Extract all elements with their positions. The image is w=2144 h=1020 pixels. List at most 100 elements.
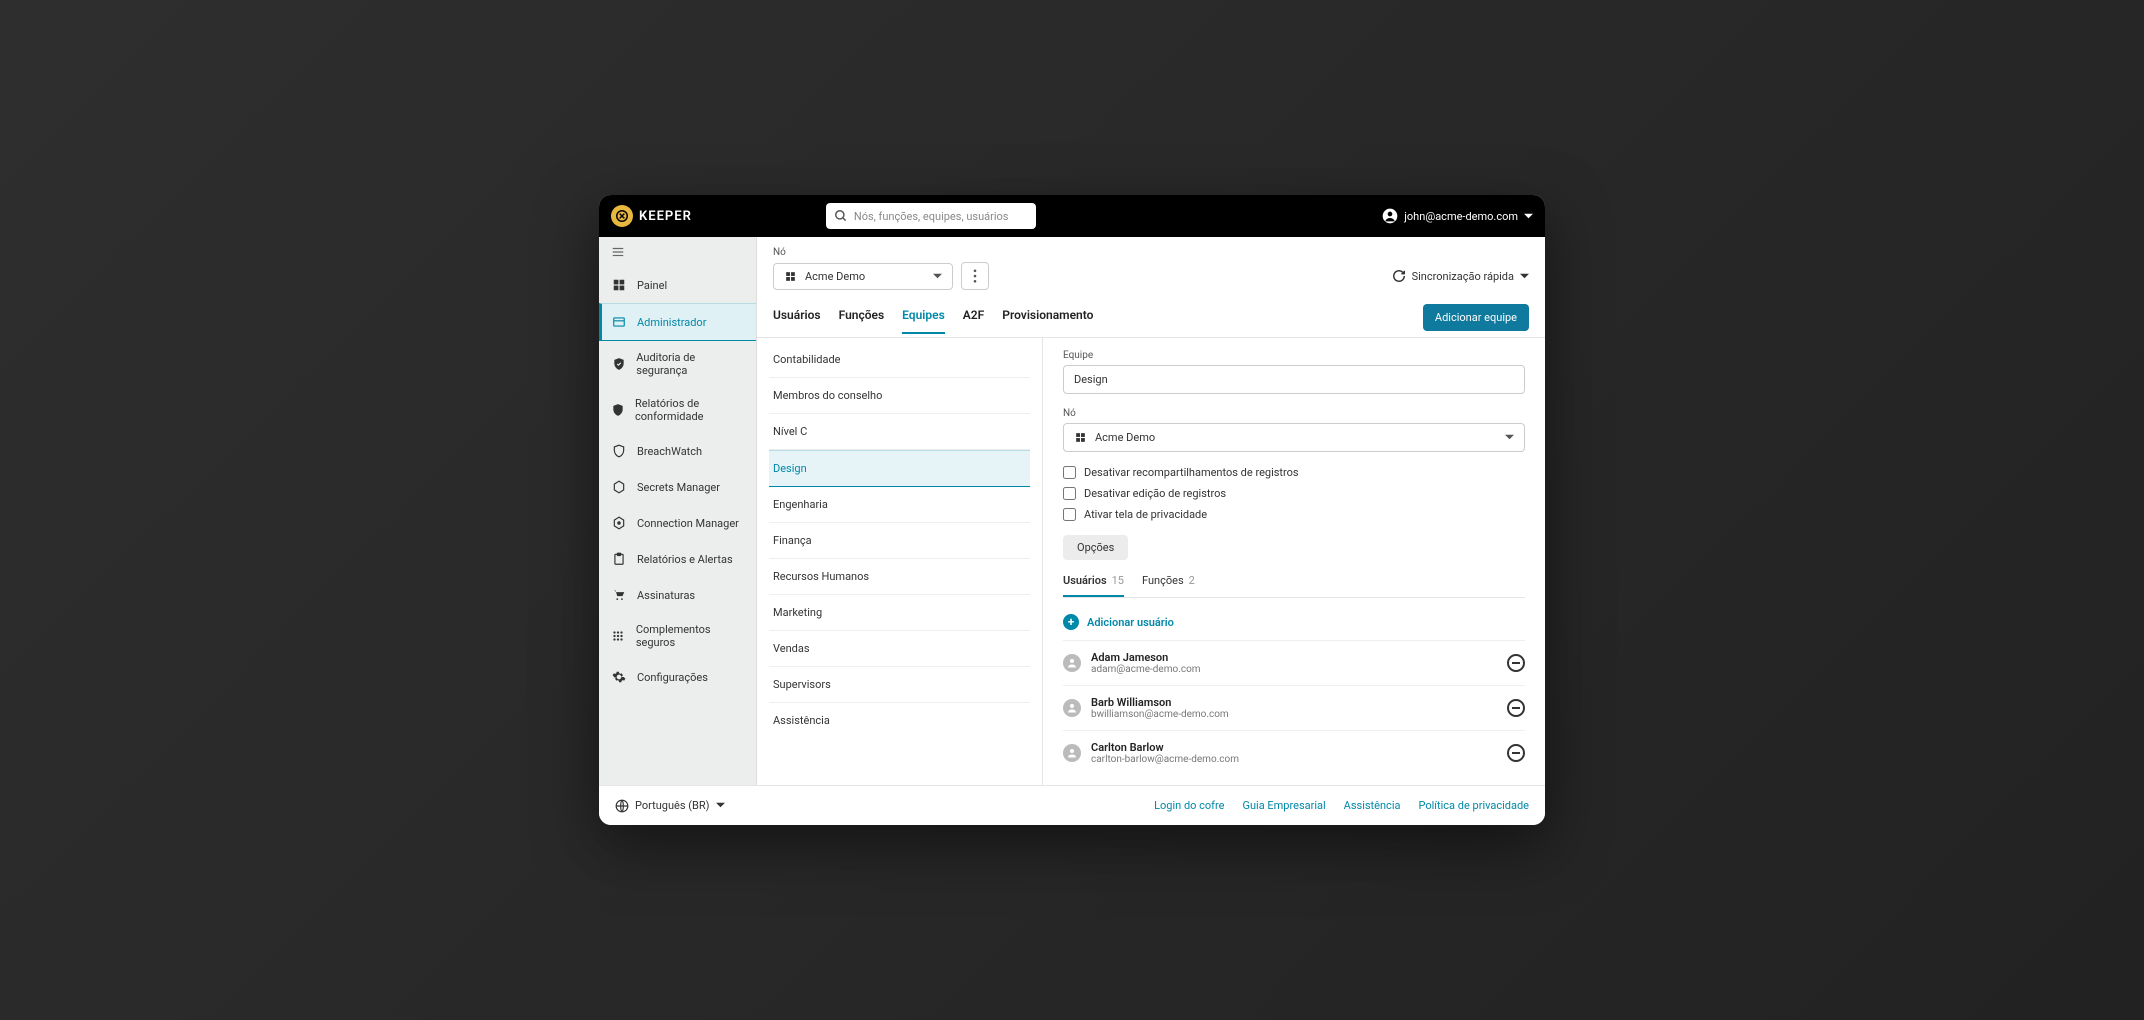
global-search[interactable] xyxy=(826,203,1036,229)
subtab-usuarios[interactable]: Usuários 15 xyxy=(1063,574,1124,597)
sidebar-item-label: BreachWatch xyxy=(637,445,702,458)
sidebar-item-configuracoes[interactable]: Configurações xyxy=(599,659,756,695)
team-item-vendas[interactable]: Vendas xyxy=(769,631,1030,667)
chevron-down-icon xyxy=(1520,272,1529,281)
footer-link-guia-empresarial[interactable]: Guia Empresarial xyxy=(1242,799,1325,812)
team-item-engenharia[interactable]: Engenharia xyxy=(769,487,1030,523)
sidebar-item-administrador[interactable]: Administrador xyxy=(599,303,756,341)
team-item-financa[interactable]: Finança xyxy=(769,523,1030,559)
checkbox-label: Desativar recompartilhamentos de registr… xyxy=(1084,466,1299,479)
org-icon xyxy=(1074,431,1087,444)
checkbox-input[interactable] xyxy=(1063,508,1076,521)
team-item-design[interactable]: Design xyxy=(769,450,1030,487)
sidebar-item-relatorios-conformidade[interactable]: Relatórios de conformidade xyxy=(599,387,756,433)
sidebar-item-painel[interactable]: Painel xyxy=(599,267,756,303)
language-selector[interactable]: Português (BR) xyxy=(615,799,725,813)
org-icon xyxy=(784,270,797,283)
app-window: KEEPER john@acme-demo.com xyxy=(599,195,1545,825)
sidebar-item-breachwatch[interactable]: BreachWatch xyxy=(599,433,756,469)
tab-a2f[interactable]: A2F xyxy=(963,308,984,334)
subtab-funcoes[interactable]: Funções 2 xyxy=(1142,574,1195,597)
shield-icon xyxy=(611,402,625,418)
add-team-button[interactable]: Adicionar equipe xyxy=(1423,304,1529,331)
chevron-down-icon xyxy=(1524,212,1533,221)
tab-equipes[interactable]: Equipes xyxy=(902,308,945,334)
avatar-icon xyxy=(1063,699,1081,717)
search-input[interactable] xyxy=(854,210,1028,223)
sidebar-item-label: Connection Manager xyxy=(637,517,739,530)
sidebar-item-assinaturas[interactable]: Assinaturas xyxy=(599,577,756,613)
team-detail: Equipe Nó Acme Demo Desativar recomparti… xyxy=(1043,338,1545,785)
team-item-rh[interactable]: Recursos Humanos xyxy=(769,559,1030,595)
sync-label: Sincronização rápida xyxy=(1412,270,1514,283)
tab-funcoes[interactable]: Funções xyxy=(839,308,885,334)
footer-link-politica-privacidade[interactable]: Política de privacidade xyxy=(1418,799,1529,812)
cart-icon xyxy=(611,587,627,603)
refresh-icon xyxy=(1392,269,1406,283)
sync-dropdown[interactable]: Sincronização rápida xyxy=(1392,269,1529,283)
node-more-button[interactable] xyxy=(961,262,989,290)
detail-subtabs: Usuários 15 Funções 2 xyxy=(1063,574,1525,598)
main-header: Nó Acme Demo xyxy=(757,237,1545,290)
tab-usuarios[interactable]: Usuários xyxy=(773,308,821,334)
checkbox-disable-edit[interactable]: Desativar edição de registros xyxy=(1063,487,1525,500)
checkbox-input[interactable] xyxy=(1063,466,1076,479)
user-name: Barb Williamson xyxy=(1091,696,1497,709)
add-user-label: Adicionar usuário xyxy=(1087,616,1174,629)
sidebar-item-secrets-manager[interactable]: Secrets Manager xyxy=(599,469,756,505)
sidebar-item-label: Relatórios de conformidade xyxy=(635,397,744,423)
admin-icon xyxy=(611,314,627,330)
apps-icon xyxy=(611,628,626,644)
sidebar-item-label: Complementos seguros xyxy=(636,623,744,649)
sidebar-item-complementos[interactable]: Complementos seguros xyxy=(599,613,756,659)
footer-link-assistencia[interactable]: Assistência xyxy=(1344,799,1401,812)
add-user-button[interactable]: + Adicionar usuário xyxy=(1063,608,1525,640)
footer: Português (BR) Login do cofre Guia Empre… xyxy=(599,785,1545,825)
team-item-supervisors[interactable]: Supervisors xyxy=(769,667,1030,703)
team-node-label: Nó xyxy=(1063,408,1525,419)
sidebar-item-label: Configurações xyxy=(637,671,708,684)
user-email: adam@acme-demo.com xyxy=(1091,664,1497,675)
node-select[interactable]: Acme Demo xyxy=(773,263,953,290)
team-item-contabilidade[interactable]: Contabilidade xyxy=(769,342,1030,378)
tab-provisionamento[interactable]: Provisionamento xyxy=(1002,308,1093,334)
team-item-assistencia[interactable]: Assistência xyxy=(769,703,1030,738)
sidebar-item-connection-manager[interactable]: Connection Manager xyxy=(599,505,756,541)
content: Contabilidade Membros do conselho Nível … xyxy=(757,338,1545,785)
language-label: Português (BR) xyxy=(635,799,710,812)
team-name-label: Equipe xyxy=(1063,350,1525,361)
footer-link-login-cofre[interactable]: Login do cofre xyxy=(1154,799,1224,812)
remove-user-button[interactable] xyxy=(1507,744,1525,762)
checkbox-disable-reshare[interactable]: Desativar recompartilhamentos de registr… xyxy=(1063,466,1525,479)
avatar-icon xyxy=(1063,744,1081,762)
checkbox-label: Desativar edição de registros xyxy=(1084,487,1226,500)
account-menu[interactable]: john@acme-demo.com xyxy=(1382,208,1533,224)
sidebar-item-label: Assinaturas xyxy=(637,589,695,602)
remove-user-button[interactable] xyxy=(1507,654,1525,672)
remove-user-button[interactable] xyxy=(1507,699,1525,717)
main-tabs: Usuários Funções Equipes A2F Provisionam… xyxy=(773,308,1093,334)
user-name: Adam Jameson xyxy=(1091,651,1497,664)
user-email: carlton-barlow@acme-demo.com xyxy=(1091,754,1497,765)
team-name-input[interactable] xyxy=(1063,365,1525,394)
sidebar-item-label: Secrets Manager xyxy=(637,481,720,494)
brand-logo: KEEPER xyxy=(611,205,692,227)
node-label: Nó xyxy=(773,247,1529,258)
sidebar-item-auditoria[interactable]: Auditoria de segurança xyxy=(599,341,756,387)
sidebar-item-label: Relatórios e Alertas xyxy=(637,553,733,566)
options-button[interactable]: Opções xyxy=(1063,535,1128,560)
chevron-down-icon xyxy=(1505,433,1514,442)
sidebar-item-relatorios-alertas[interactable]: Relatórios e Alertas xyxy=(599,541,756,577)
user-row: Carlton Barlow carlton-barlow@acme-demo.… xyxy=(1063,730,1525,775)
team-item-nivel-c[interactable]: Nível C xyxy=(769,414,1030,450)
tabs-row: Usuários Funções Equipes A2F Provisionam… xyxy=(757,290,1545,338)
team-node-select[interactable]: Acme Demo xyxy=(1063,423,1525,452)
sidebar-toggle[interactable] xyxy=(599,237,756,267)
checkbox-privacy-screen[interactable]: Ativar tela de privacidade xyxy=(1063,508,1525,521)
checkbox-input[interactable] xyxy=(1063,487,1076,500)
user-name: Carlton Barlow xyxy=(1091,741,1497,754)
team-item-membros-conselho[interactable]: Membros do conselho xyxy=(769,378,1030,414)
team-item-marketing[interactable]: Marketing xyxy=(769,595,1030,631)
search-icon xyxy=(834,209,848,223)
checkbox-label: Ativar tela de privacidade xyxy=(1084,508,1207,521)
